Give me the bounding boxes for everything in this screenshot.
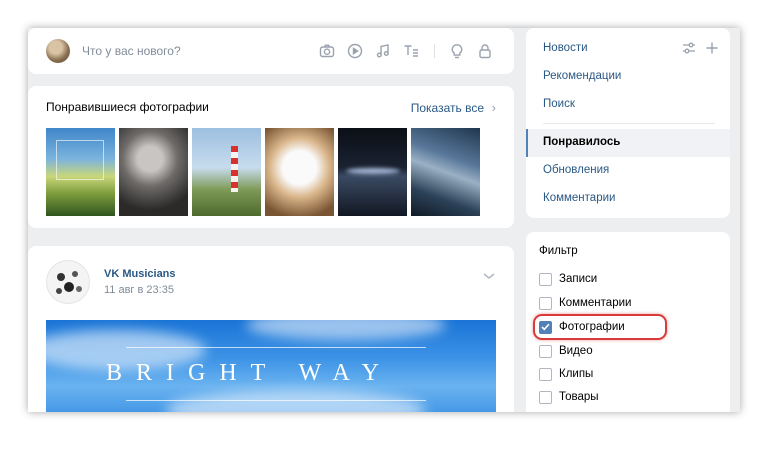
music-icon[interactable] xyxy=(374,42,392,60)
filter-option-comments[interactable]: Комментарии xyxy=(539,294,631,312)
checkbox[interactable] xyxy=(539,344,552,358)
photo-strip xyxy=(46,128,480,216)
filter-settings-icon[interactable] xyxy=(682,41,696,59)
camera-icon[interactable] xyxy=(318,42,336,60)
nav-item-news[interactable]: Новости xyxy=(543,42,588,54)
checkbox[interactable] xyxy=(539,296,552,310)
banner-title: BRIGHT WAY xyxy=(106,360,393,386)
post-author-avatar[interactable] xyxy=(46,260,90,304)
filter-option-label: Товары xyxy=(559,391,599,403)
checkbox[interactable] xyxy=(539,390,552,404)
filter-option-clips[interactable]: Клипы xyxy=(539,365,593,383)
annotation-highlight xyxy=(533,314,667,340)
filter-option-posts[interactable]: Записи xyxy=(539,270,597,288)
filter-card: Фильтр Записи Комментарии Фотографии Вид… xyxy=(526,232,730,412)
add-icon[interactable] xyxy=(706,41,718,59)
photo-thumbnail[interactable] xyxy=(265,128,334,216)
filter-option-label: Клипы xyxy=(559,368,594,380)
banner-rule-top xyxy=(126,347,426,348)
show-all-link[interactable]: Показать все xyxy=(411,101,484,115)
lock-icon[interactable] xyxy=(476,42,494,60)
nav-item-search[interactable]: Поиск xyxy=(543,98,575,110)
text-format-icon[interactable] xyxy=(402,42,420,60)
nav-item-recommendations[interactable]: Рекомендации xyxy=(543,70,621,82)
feed-navigation: Новости Рекомендации Поиск Понравилось О… xyxy=(526,28,730,218)
filter-option-label: Записи xyxy=(559,273,598,285)
photo-thumbnail[interactable] xyxy=(46,128,115,216)
nav-item-liked-label[interactable]: Понравилось xyxy=(543,136,620,148)
post-composer[interactable]: Что у вас нового? xyxy=(28,28,514,74)
composer-placeholder[interactable]: Что у вас нового? xyxy=(82,44,181,58)
filter-option-goods[interactable]: Товары xyxy=(539,388,599,406)
vk-window: Что у вас нового? Понравившиеся фотограф… xyxy=(28,28,740,412)
post-date[interactable]: 11 авг в 23:35 xyxy=(104,284,174,296)
photo-thumbnail[interactable] xyxy=(192,128,261,216)
checkbox[interactable] xyxy=(539,272,552,286)
photo-thumbnail[interactable] xyxy=(119,128,188,216)
filter-option-label: Видео xyxy=(559,345,593,357)
liked-photos-title: Понравившиеся фотографии xyxy=(46,100,209,114)
lightbulb-icon[interactable] xyxy=(448,42,466,60)
photo-thumbnail[interactable] xyxy=(338,128,407,216)
nav-divider xyxy=(543,123,715,124)
chevron-right-icon[interactable]: › xyxy=(492,100,496,115)
user-avatar[interactable] xyxy=(46,39,70,63)
play-icon[interactable] xyxy=(346,42,364,60)
liked-photos-card: Понравившиеся фотографии Показать все › xyxy=(28,86,514,228)
post-author-name[interactable]: VK Musicians xyxy=(104,268,176,280)
nav-item-updates[interactable]: Обновления xyxy=(543,164,609,176)
post-image[interactable]: BRIGHT WAY xyxy=(46,320,496,412)
filter-title: Фильтр xyxy=(539,245,578,257)
nav-item-comments[interactable]: Комментарии xyxy=(543,192,615,204)
filter-option-label: Комментарии xyxy=(559,297,632,309)
filter-option-video[interactable]: Видео xyxy=(539,342,593,360)
feed-post: VK Musicians 11 авг в 23:35 BRIGHT WAY xyxy=(28,246,514,412)
banner-rule-bottom xyxy=(126,400,426,401)
photo-thumbnail[interactable] xyxy=(411,128,480,216)
checkbox[interactable] xyxy=(539,367,552,381)
chevron-down-icon[interactable] xyxy=(482,268,496,286)
toolbar-divider xyxy=(434,44,435,58)
